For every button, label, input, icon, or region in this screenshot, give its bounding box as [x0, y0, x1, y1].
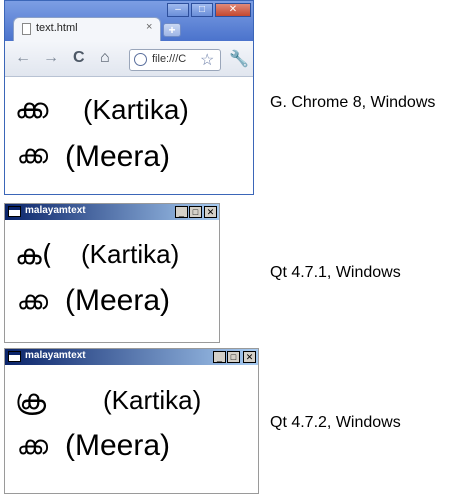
chrome-titlebar: – □ ✕ text.html × +	[5, 1, 253, 41]
chrome-window: – □ ✕ text.html × + ← → C ⌂ file:///C ☆ …	[4, 0, 254, 195]
minimize-button[interactable]: –	[167, 3, 189, 17]
meera-label: (Meera)	[65, 140, 171, 173]
back-icon[interactable]: ←	[15, 49, 31, 67]
browser-toolbar: ← → C ⌂ file:///C ☆ 🔧	[5, 41, 253, 77]
window-icon	[8, 206, 21, 217]
minimize-button[interactable]: _	[175, 206, 188, 218]
kartika-glyph: ക്ര	[15, 383, 47, 416]
kartika-label: (Kartika)	[81, 239, 180, 269]
maximize-button[interactable]: □	[191, 3, 213, 17]
browser-tab[interactable]: text.html ×	[13, 17, 161, 41]
meera-label: (Meera)	[65, 284, 171, 317]
address-bar[interactable]: file:///C ☆	[129, 49, 221, 71]
meera-glyph: ക്ക	[17, 140, 49, 170]
caption-qt472: Qt 4.7.2, Windows	[270, 414, 401, 431]
qt-window-471: malayamtext _ □ ✕ ക( (Kartika) ക്ക (Meer…	[4, 203, 220, 343]
close-button[interactable]: ✕	[215, 3, 251, 17]
window-title: malayamtext	[25, 350, 86, 361]
meera-glyph: ക്ക	[17, 431, 49, 461]
maximize-button[interactable]: □	[189, 206, 202, 218]
kartika-glyph: ക(	[15, 238, 53, 271]
tab-close-icon[interactable]: ×	[146, 21, 152, 33]
address-text: file:///C	[152, 53, 187, 65]
qt-titlebar: malayamtext _ □ ✕	[5, 349, 258, 365]
minimize-button[interactable]: _	[213, 351, 226, 363]
star-icon[interactable]: ☆	[200, 50, 214, 70]
caption-chrome: G. Chrome 8, Windows	[270, 94, 436, 111]
qt-window-472: malayamtext _ □ ✕ ക്ര (Kartika) ക്ക (Mee…	[4, 348, 259, 494]
close-button[interactable]: ✕	[204, 206, 217, 218]
meera-glyph: ക്ക	[17, 286, 49, 316]
document-icon	[22, 23, 31, 35]
reload-icon[interactable]: C	[73, 49, 85, 67]
new-tab-button[interactable]: +	[163, 23, 181, 37]
window-icon	[8, 351, 21, 362]
close-button[interactable]: ✕	[243, 351, 256, 363]
kartika-glyph: ക്ക	[15, 92, 49, 125]
window-title: malayamtext	[25, 205, 86, 216]
wrench-icon[interactable]: 🔧	[229, 49, 249, 69]
tab-title: text.html	[36, 22, 78, 34]
meera-label: (Meera)	[65, 429, 171, 462]
forward-icon[interactable]: →	[43, 49, 59, 67]
globe-icon	[134, 53, 147, 66]
qt-titlebar: malayamtext _ □ ✕	[5, 204, 219, 220]
caption-qt471: Qt 4.7.1, Windows	[270, 264, 401, 281]
kartika-label: (Kartika)	[83, 94, 189, 125]
maximize-button[interactable]: □	[227, 351, 240, 363]
kartika-label: (Kartika)	[103, 385, 202, 415]
page-content: ക്ക (Kartika) ക്ക (Meera)	[5, 78, 253, 194]
home-icon[interactable]: ⌂	[100, 49, 110, 67]
